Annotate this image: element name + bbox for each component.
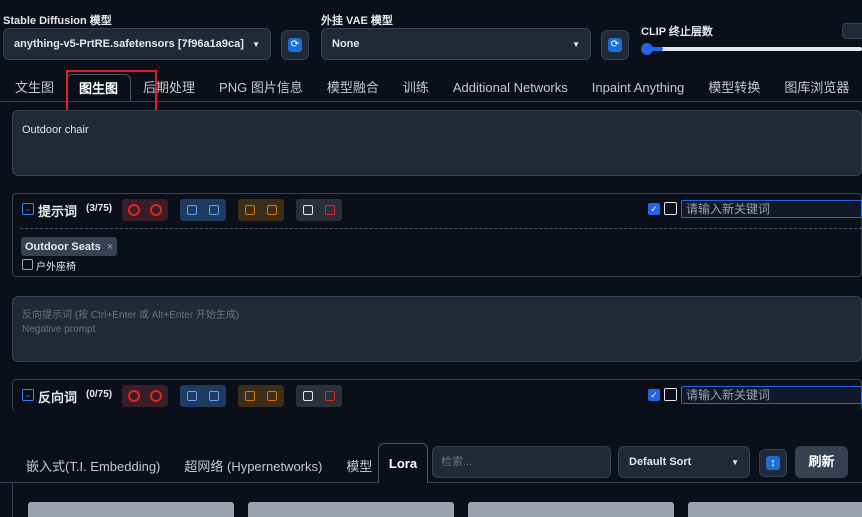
tag-translation: 户外座椅 <box>36 262 76 273</box>
tab-lora[interactable]: Lora <box>378 443 428 483</box>
clear-icon[interactable] <box>124 201 144 219</box>
prompt-tag[interactable]: Outdoor Seats × <box>21 237 118 256</box>
tab-inpaint-anything[interactable]: Inpaint Anything <box>580 74 697 101</box>
translate-icon[interactable] <box>240 387 260 405</box>
network-tabs: 嵌入式(T.I. Embedding) 超网络 (Hypernetworks) … <box>14 456 384 475</box>
sort-value: Default Sort <box>629 456 692 468</box>
reset-icon[interactable] <box>146 201 166 219</box>
collapse-icon[interactable]: ⌄ <box>22 203 34 215</box>
clip-label: CLIP 终止层数 <box>641 26 713 38</box>
prompt-text: Outdoor chair <box>22 124 89 136</box>
tab-train[interactable]: 训练 <box>391 74 441 101</box>
tab-additional-networks[interactable]: Additional Networks <box>441 74 580 101</box>
negative-prompt-textarea[interactable]: 反向提示词 (按 Ctrl+Enter 或 Alt+Enter 开始生成) Ne… <box>12 296 862 362</box>
sort-direction-button[interactable]: ↕ <box>759 449 787 477</box>
sort-select[interactable]: Default Sort ▼ <box>618 446 750 478</box>
bookmark-icon[interactable] <box>204 387 224 405</box>
prompt-blue-group <box>180 199 226 221</box>
lora-card[interactable] <box>688 502 862 517</box>
trash-icon[interactable] <box>320 201 340 219</box>
sort-arrows-icon: ↕ <box>766 456 780 470</box>
negative-checkbox[interactable]: ✓ <box>648 389 660 401</box>
tab-model-converter[interactable]: 模型转换 <box>696 74 772 101</box>
tab-checkpoints[interactable]: 模型 <box>334 456 384 475</box>
tab-hypernetworks[interactable]: 超网络 (Hypernetworks) <box>172 456 334 475</box>
panel-toggle-icon[interactable] <box>664 202 677 215</box>
refresh-button[interactable]: 刷新 <box>795 446 848 478</box>
negative-red-group <box>122 385 168 407</box>
translate-alt-icon[interactable] <box>262 387 282 405</box>
panel-toggle-icon[interactable] <box>664 388 677 401</box>
collapse-icon[interactable]: ⌄ <box>22 389 34 401</box>
clip-slider-thumb[interactable] <box>641 43 653 55</box>
prompt-textarea[interactable]: Outdoor chair <box>12 110 862 176</box>
prompt-keyword-input[interactable]: 请输入新关键词 <box>681 200 862 218</box>
vae-select[interactable]: None ▼ <box>321 28 591 60</box>
edit-icon[interactable] <box>182 387 202 405</box>
chevron-down-icon: ▼ <box>572 39 580 49</box>
refresh-icon: ⟳ <box>608 38 622 52</box>
tab-txt2img[interactable]: 文生图 <box>3 74 66 101</box>
translate-tag-icon <box>22 259 33 270</box>
refresh-vae-button[interactable]: ⟳ <box>601 30 629 60</box>
reset-icon[interactable] <box>146 387 166 405</box>
lora-card[interactable] <box>28 502 234 517</box>
clip-number-input[interactable] <box>842 23 862 39</box>
sd-model-label: Stable Diffusion 模型 <box>3 15 112 27</box>
prompt-checkbox[interactable]: ✓ <box>648 203 660 215</box>
tag-label: Outdoor Seats <box>25 240 101 253</box>
vae-value: None <box>332 38 360 50</box>
edit-icon[interactable] <box>182 201 202 219</box>
tab-checkpoint-merger[interactable]: 模型融合 <box>315 74 391 101</box>
vae-label: 外挂 VAE 模型 <box>321 15 393 27</box>
prompt-red-group <box>122 199 168 221</box>
translate-alt-icon[interactable] <box>262 201 282 219</box>
chevron-down-icon: ▼ <box>731 457 739 467</box>
tab-png-info[interactable]: PNG 图片信息 <box>207 74 315 101</box>
negative-orange-group <box>238 385 284 407</box>
prompt-section-label: 提示词 <box>38 204 78 219</box>
copy-icon[interactable] <box>298 201 318 219</box>
negative-section-label: 反向词 <box>38 390 78 405</box>
bookmark-icon[interactable] <box>204 201 224 219</box>
prompt-divider <box>20 228 862 229</box>
negative-blue-group <box>180 385 226 407</box>
lora-card[interactable] <box>468 502 674 517</box>
network-search-input[interactable]: 检索... <box>432 446 611 478</box>
negative-keyword-input[interactable]: 请输入新关键词 <box>681 386 862 404</box>
sd-model-value: anything-v5-PrtRE.safetensors [7f96a1a9c… <box>14 38 244 50</box>
copy-icon[interactable] <box>298 387 318 405</box>
tab-gallery-browser[interactable]: 图库浏览器 <box>772 74 861 101</box>
prompt-token-count: (3/75) <box>86 203 113 214</box>
lora-card[interactable] <box>248 502 454 517</box>
negative-misc-group <box>296 385 342 407</box>
negative-placeholder-line1: 反向提示词 (按 Ctrl+Enter 或 Alt+Enter 开始生成) <box>22 310 240 321</box>
clear-icon[interactable] <box>124 387 144 405</box>
negative-token-count: (0/75) <box>86 389 113 400</box>
prompt-misc-group <box>296 199 342 221</box>
clip-slider-track[interactable] <box>641 47 862 51</box>
prompt-orange-group <box>238 199 284 221</box>
sd-model-select[interactable]: anything-v5-PrtRE.safetensors [7f96a1a9c… <box>3 28 271 60</box>
tag-close-icon[interactable]: × <box>107 241 113 253</box>
refresh-sd-model-button[interactable]: ⟳ <box>281 30 309 60</box>
tab-textual-inversion[interactable]: 嵌入式(T.I. Embedding) <box>14 456 172 475</box>
refresh-icon: ⟳ <box>288 38 302 52</box>
trash-icon[interactable] <box>320 387 340 405</box>
translate-icon[interactable] <box>240 201 260 219</box>
negative-placeholder-line2: Negative prompt <box>22 324 96 335</box>
chevron-down-icon: ▼ <box>252 39 260 49</box>
